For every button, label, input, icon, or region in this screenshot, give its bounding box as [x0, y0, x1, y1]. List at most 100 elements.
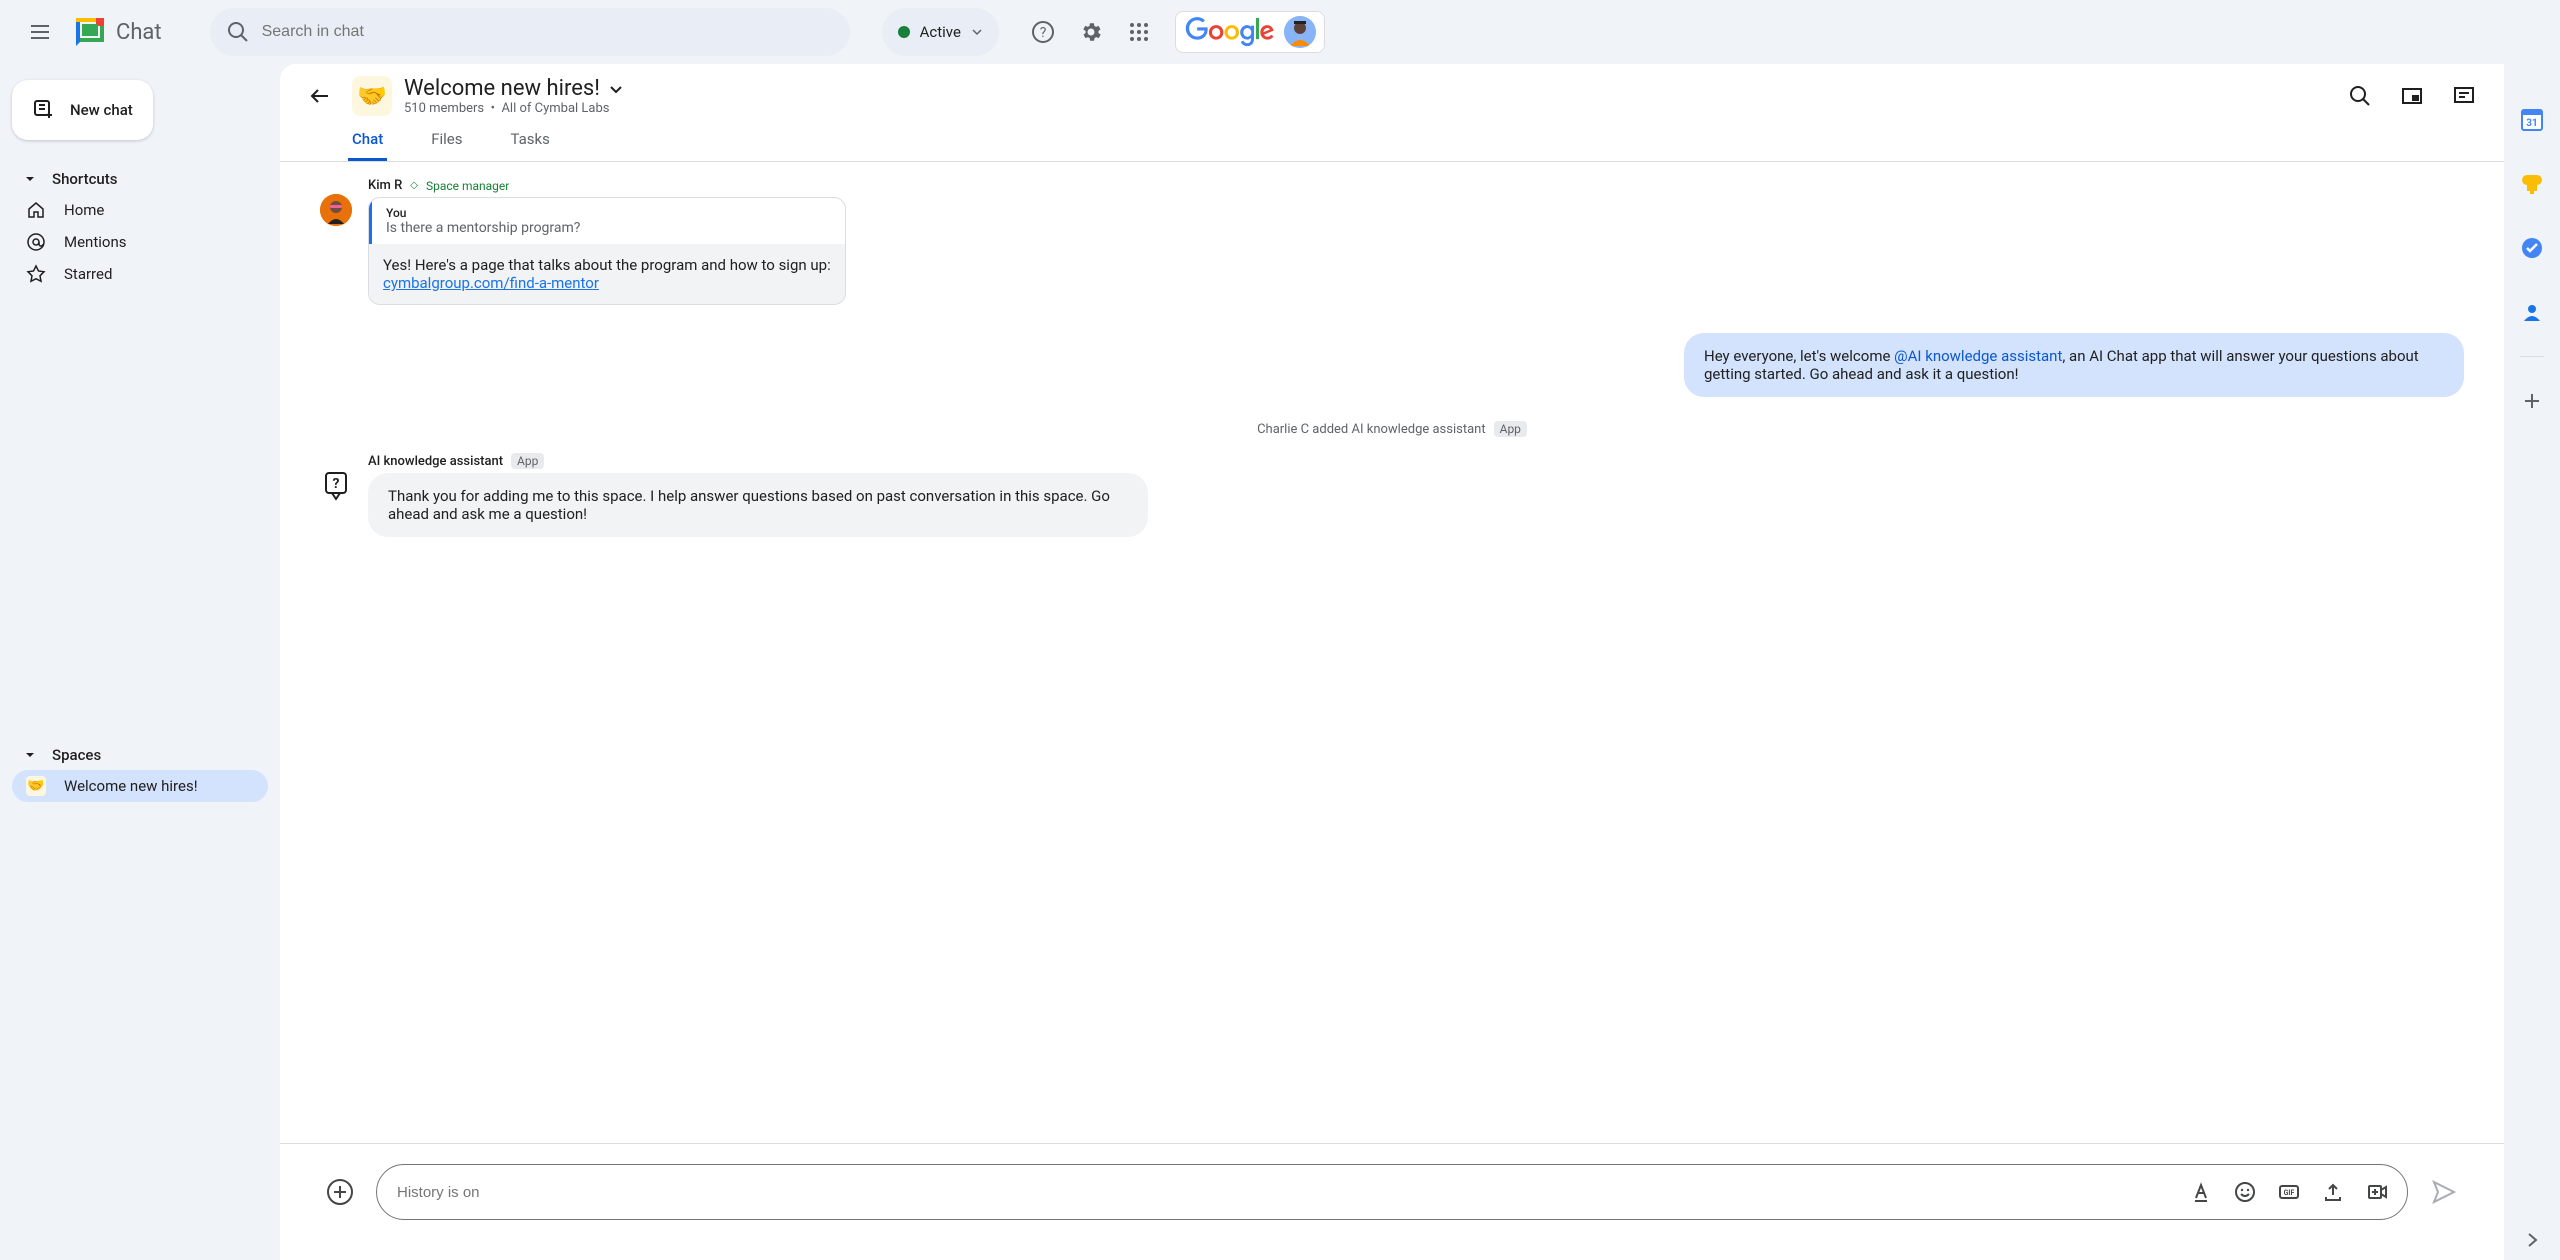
app-badge: App: [511, 453, 544, 469]
sidebar-item-mentions[interactable]: Mentions: [12, 226, 268, 258]
tab-chat[interactable]: Chat: [348, 120, 387, 161]
apps-grid-icon: [1127, 20, 1151, 44]
apps-button[interactable]: [1119, 12, 1159, 52]
message-author: Kim R: [368, 178, 402, 193]
bot-icon: ?: [320, 469, 352, 501]
compose-area: GIF: [280, 1144, 2504, 1260]
open-threads-button[interactable]: [2444, 76, 2484, 116]
chevron-down-icon: [971, 26, 983, 38]
shortcuts-label: Shortcuts: [52, 170, 117, 188]
arrow-left-icon: [308, 84, 332, 108]
message-row: ? AI knowledge assistant App Thank you f…: [320, 453, 2464, 537]
help-button[interactable]: ?: [1023, 12, 1063, 52]
reply-link[interactable]: cymbalgroup.com/find-a-mentor: [383, 274, 599, 292]
bot-avatar: ?: [320, 469, 352, 501]
chat-logo-icon: [72, 14, 108, 50]
back-button[interactable]: [300, 76, 340, 116]
send-icon: [2431, 1179, 2457, 1205]
chevron-down-icon: [608, 81, 624, 97]
app-badge: App: [1494, 421, 1527, 437]
text-format-icon: [2190, 1181, 2212, 1203]
sidebar-item-starred[interactable]: Starred: [12, 258, 268, 290]
main-menu-button[interactable]: [16, 8, 64, 56]
message-row: Kim R ◇ Space manager You Is there a men…: [320, 178, 2464, 305]
spaces-label: Spaces: [52, 746, 101, 764]
search-input[interactable]: [262, 23, 834, 41]
gif-icon: GIF: [2278, 1181, 2300, 1203]
account-switcher[interactable]: [1175, 11, 1325, 53]
author-role: Space manager: [426, 179, 509, 193]
tasks-icon: [2521, 237, 2543, 259]
emoji-icon: [2234, 1181, 2256, 1203]
sidebar-space-name: Welcome new hires!: [64, 777, 198, 795]
verified-icon: ◇: [410, 180, 418, 191]
hamburger-icon: [28, 20, 52, 44]
sidebar-item-label: Home: [64, 201, 104, 219]
sidebar-item-home[interactable]: Home: [12, 194, 268, 226]
upload-icon: [2322, 1181, 2344, 1203]
sidebar-space-item[interactable]: 🤝 Welcome new hires!: [12, 770, 268, 802]
keep-icon: [2521, 173, 2543, 195]
settings-button[interactable]: [1071, 12, 1111, 52]
status-text: Active: [920, 23, 961, 41]
send-button[interactable]: [2424, 1172, 2464, 1212]
avatar-icon: [1284, 16, 1316, 48]
search-bar[interactable]: [210, 8, 850, 56]
svg-text:?: ?: [333, 476, 340, 492]
outgoing-message: Hey everyone, let's welcome @AI knowledg…: [1684, 333, 2464, 397]
message-author: AI knowledge assistant: [368, 454, 503, 469]
space-tabs: Chat Files Tasks: [280, 116, 2504, 162]
caret-down-icon: [24, 749, 36, 761]
new-chat-label: New chat: [70, 101, 133, 119]
quoted-reply-card: You Is there a mentorship program? Yes! …: [368, 197, 846, 305]
tab-files[interactable]: Files: [427, 120, 466, 161]
collapse-rail-button[interactable]: [2512, 1220, 2552, 1260]
get-addons-button[interactable]: [2512, 381, 2552, 421]
calendar-app-button[interactable]: 31: [2512, 100, 2552, 140]
mention[interactable]: @AI knowledge assistant: [1894, 347, 2062, 365]
tasks-app-button[interactable]: [2512, 228, 2552, 268]
caret-down-icon: [24, 173, 36, 185]
user-avatar[interactable]: [1284, 16, 1316, 48]
compose-input[interactable]: [397, 1184, 2175, 1201]
new-chat-icon: [32, 98, 56, 122]
new-chat-button[interactable]: New chat: [12, 80, 153, 140]
tab-tasks[interactable]: Tasks: [507, 120, 554, 161]
star-icon: [26, 264, 46, 284]
space-title-button[interactable]: Welcome new hires!: [404, 76, 624, 101]
toggle-panel-button[interactable]: [2392, 76, 2432, 116]
video-icon: [2366, 1181, 2388, 1203]
avatar-icon: [320, 194, 352, 226]
spaces-header[interactable]: Spaces: [12, 740, 268, 770]
upload-button[interactable]: [2315, 1174, 2351, 1210]
quote-author: You: [386, 206, 831, 220]
emoji-button[interactable]: [2227, 1174, 2263, 1210]
shortcuts-header[interactable]: Shortcuts: [12, 164, 268, 194]
format-button[interactable]: [2183, 1174, 2219, 1210]
status-chip[interactable]: Active: [882, 8, 999, 56]
main-panel: 🤝 Welcome new hires! 510 members • All o…: [280, 64, 2504, 1260]
picture-in-picture-icon: [2400, 84, 2424, 108]
sidebar-item-label: Starred: [64, 265, 112, 283]
app-logo[interactable]: Chat: [72, 14, 162, 50]
plus-icon: [2521, 390, 2543, 412]
search-icon: [226, 20, 250, 44]
avatar: [320, 194, 352, 226]
sidebar: New chat Shortcuts Home Mentions Starred: [0, 64, 280, 1260]
quote-text: Is there a mentorship program?: [386, 220, 831, 236]
google-logo-icon: [1184, 17, 1276, 47]
system-message: Charlie C added AI knowledge assistant A…: [320, 421, 2464, 437]
compose-box[interactable]: GIF: [376, 1164, 2408, 1220]
add-attachment-button[interactable]: [320, 1172, 360, 1212]
space-emoji-large: 🤝: [352, 76, 392, 116]
status-dot-icon: [898, 26, 910, 38]
gif-button[interactable]: GIF: [2271, 1174, 2307, 1210]
video-meeting-button[interactable]: [2359, 1174, 2395, 1210]
space-search-button[interactable]: [2340, 76, 2380, 116]
space-subtitle: 510 members • All of Cymbal Labs: [404, 101, 624, 116]
at-icon: [26, 232, 46, 252]
contacts-app-button[interactable]: [2512, 292, 2552, 332]
keep-app-button[interactable]: [2512, 164, 2552, 204]
gear-icon: [1079, 20, 1103, 44]
chat-icon: [2452, 84, 2476, 108]
